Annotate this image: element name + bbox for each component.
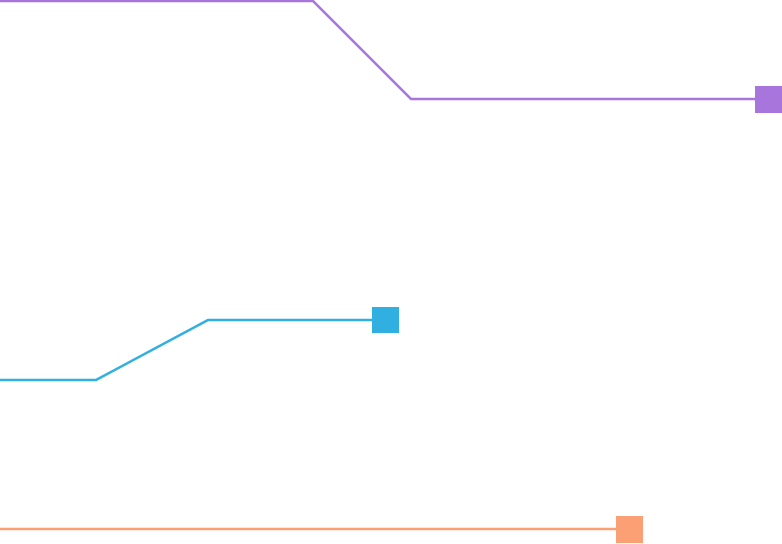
- connector-end-square-orange[interactable]: [616, 516, 643, 543]
- connector-diagram: [0, 0, 782, 543]
- connector-blue: [0, 307, 399, 382]
- connector-line-purple: [0, 0, 768, 101]
- connector-orange: [0, 516, 643, 543]
- connector-line-blue: [0, 318, 385, 382]
- connector-end-square-blue[interactable]: [372, 307, 399, 333]
- connector-purple: [0, 0, 782, 113]
- connector-end-square-purple[interactable]: [755, 86, 782, 113]
